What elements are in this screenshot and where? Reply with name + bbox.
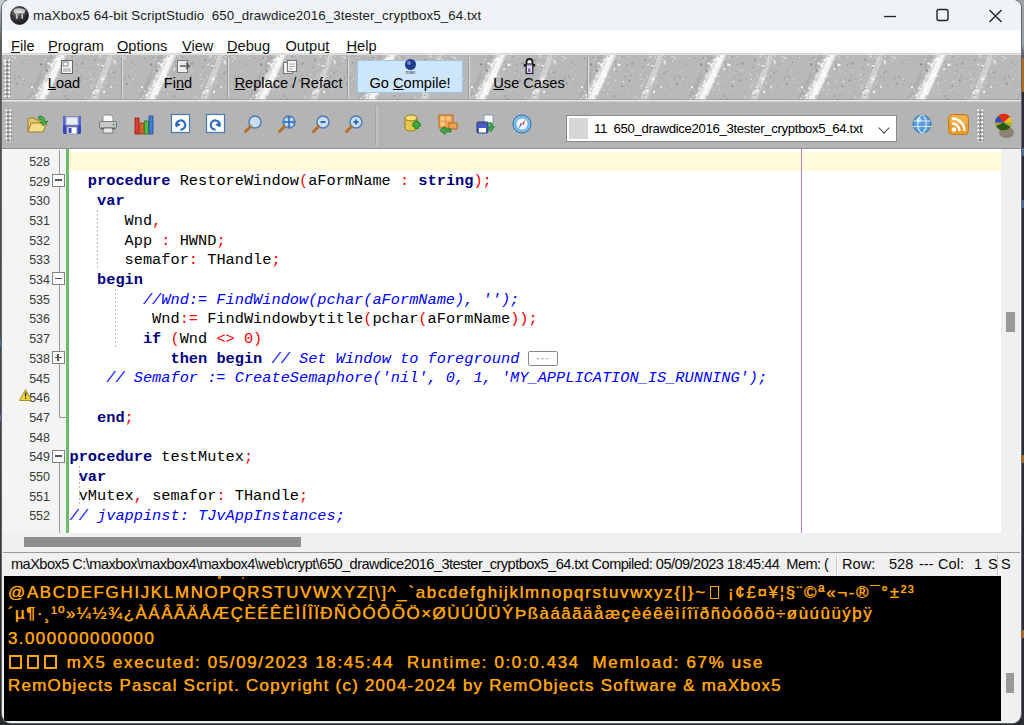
svg-text:max: max [406, 69, 416, 75]
